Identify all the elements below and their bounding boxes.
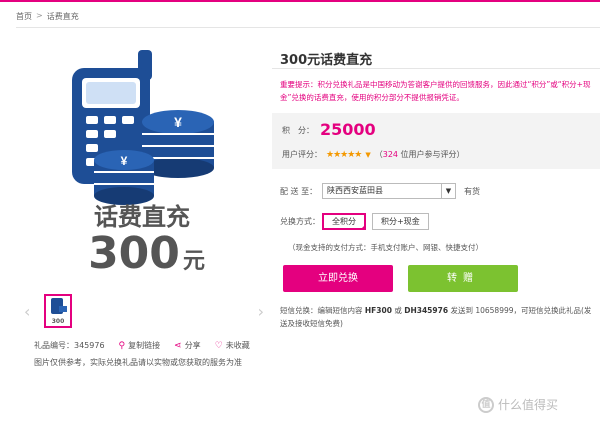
svg-text:¥: ¥ <box>121 154 128 168</box>
rating-count: （324 位用户参与评分） <box>374 150 465 159</box>
site-watermark: 值 什么值得买 <box>478 396 558 413</box>
redeem-now-button[interactable]: 立即兑换 <box>283 265 393 292</box>
header-divider <box>16 27 600 28</box>
image-amount: 300 <box>88 228 180 279</box>
chevron-left-icon[interactable]: ‹ <box>24 302 30 321</box>
title-divider <box>272 68 600 69</box>
heart-icon: ♡ <box>214 340 223 351</box>
link-icon: ⚲ <box>118 340 126 351</box>
breadcrumb-home-link[interactable]: 首页 <box>16 11 32 22</box>
points-value: 25000 <box>320 120 376 139</box>
gift-transfer-button[interactable]: 转赠 <box>408 265 518 292</box>
shipping-region-select[interactable]: 陕西西安蓝田县 ▼ <box>322 183 456 199</box>
share-label: 分享 <box>184 341 201 350</box>
image-caption: 话费直充 <box>94 203 190 231</box>
copy-link-label: 复制链接 <box>128 341 161 350</box>
shipping-label: 配 送 至： <box>280 186 318 196</box>
share-icon: ⋖ <box>174 340 182 351</box>
dropdown-arrow-icon: ▼ <box>441 184 455 198</box>
product-meta-row: 礼品编号：345976 ⚲ 复制链接 ⋖ 分享 ♡ 未收藏 <box>34 340 250 351</box>
method-option-full-points[interactable]: 全积分 <box>322 213 366 230</box>
breadcrumb-current: 话费直充 <box>46 12 79 21</box>
copy-link-button[interactable]: ⚲ 复制链接 <box>119 340 161 351</box>
breadcrumb-separator: > <box>36 11 43 20</box>
method-option-points-cash[interactable]: 积分+现金 <box>372 213 429 230</box>
product-title: 300元话费直充 <box>280 53 373 68</box>
rating-stars-icon: ★★★★★ <box>326 149 362 160</box>
shipping-row: 配 送 至： 陕西西安蓝田县 ▼ 有货 <box>280 183 480 199</box>
favorite-button[interactable]: ♡ 未收藏 <box>215 340 250 351</box>
redeem-method-row: 兑换方式： 全积分 积分+现金 <box>280 213 435 230</box>
gift-number: 礼品编号：345976 <box>34 341 105 350</box>
important-notice: 重要提示：积分兑换礼品是中国移动为答谢客户提供的回馈服务，因此通过“积分”或“积… <box>280 80 591 102</box>
shipping-region-value: 陕西西安蓝田县 <box>327 186 383 195</box>
image-disclaimer: 图片仅供参考，实际兑换礼品请以实物或您获取的服务为准 <box>34 358 242 367</box>
rating-label: 用户评分： <box>282 150 322 159</box>
sms-redeem-note: 短信兑换：编辑短信内容 HF300 或 DH345976 发送到 1065899… <box>280 306 592 328</box>
product-image: ¥ ¥ 话费直充 300 元 <box>72 50 214 279</box>
favorite-label: 未收藏 <box>225 341 250 350</box>
points-label: 积 分： <box>282 126 314 135</box>
breadcrumb: 首页 > 话费直充 <box>16 11 79 22</box>
rating-row: 用户评分： ★★★★★ ▼ （324 位用户参与评分） <box>282 149 465 160</box>
watermark-logo-icon: 值 <box>478 396 494 413</box>
image-unit: 元 <box>183 249 205 274</box>
top-accent-line <box>0 0 600 2</box>
points-panel: 积 分： 25000 用户评分： ★★★★★ ▼ （324 位用户参与评分） <box>272 113 600 169</box>
thumbnail-item[interactable]: 300 <box>44 294 72 328</box>
thumbnail-carousel: ‹ 300 › <box>22 292 266 332</box>
thumbnail-amount: 300 <box>52 318 65 325</box>
share-button[interactable]: ⋖ 分享 <box>174 340 201 351</box>
redeem-method-label: 兑换方式： <box>280 217 320 226</box>
stock-status: 有货 <box>464 186 480 196</box>
payment-methods-note: （现金支持的支付方式：手机支付账户、网银、快捷支付） <box>288 243 483 252</box>
watermark-text: 什么值得买 <box>498 398 559 412</box>
thumbnail-phone-icon: 300 <box>51 298 67 325</box>
chevron-right-icon[interactable]: › <box>258 302 264 321</box>
rating-dropdown-icon[interactable]: ▼ <box>365 151 370 159</box>
svg-text:¥: ¥ <box>174 114 182 130</box>
